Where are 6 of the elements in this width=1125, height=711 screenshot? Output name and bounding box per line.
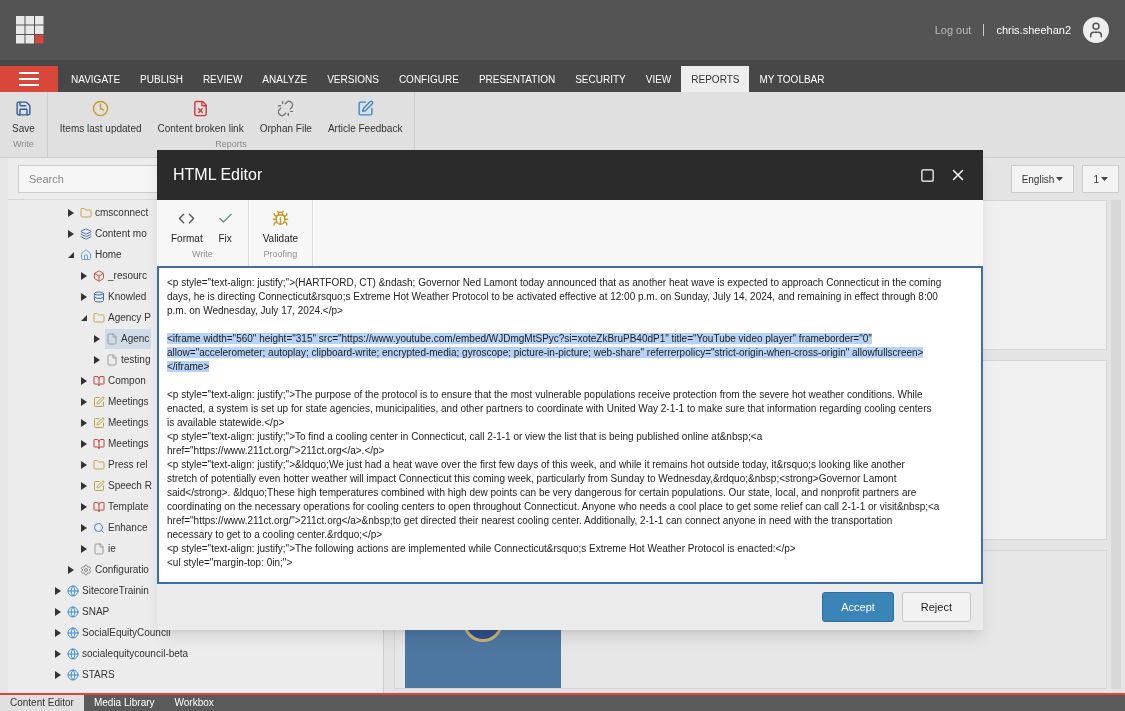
toolbar-group-label: Proofing: [263, 248, 298, 261]
dialog-title: HTML Editor: [173, 165, 263, 185]
ribbon-group-label: Write: [12, 138, 34, 151]
ribbon-group-label: Reports: [215, 138, 247, 151]
username: chris.sheehan2: [996, 22, 1071, 38]
toolbar-group-label: Write: [191, 248, 213, 261]
